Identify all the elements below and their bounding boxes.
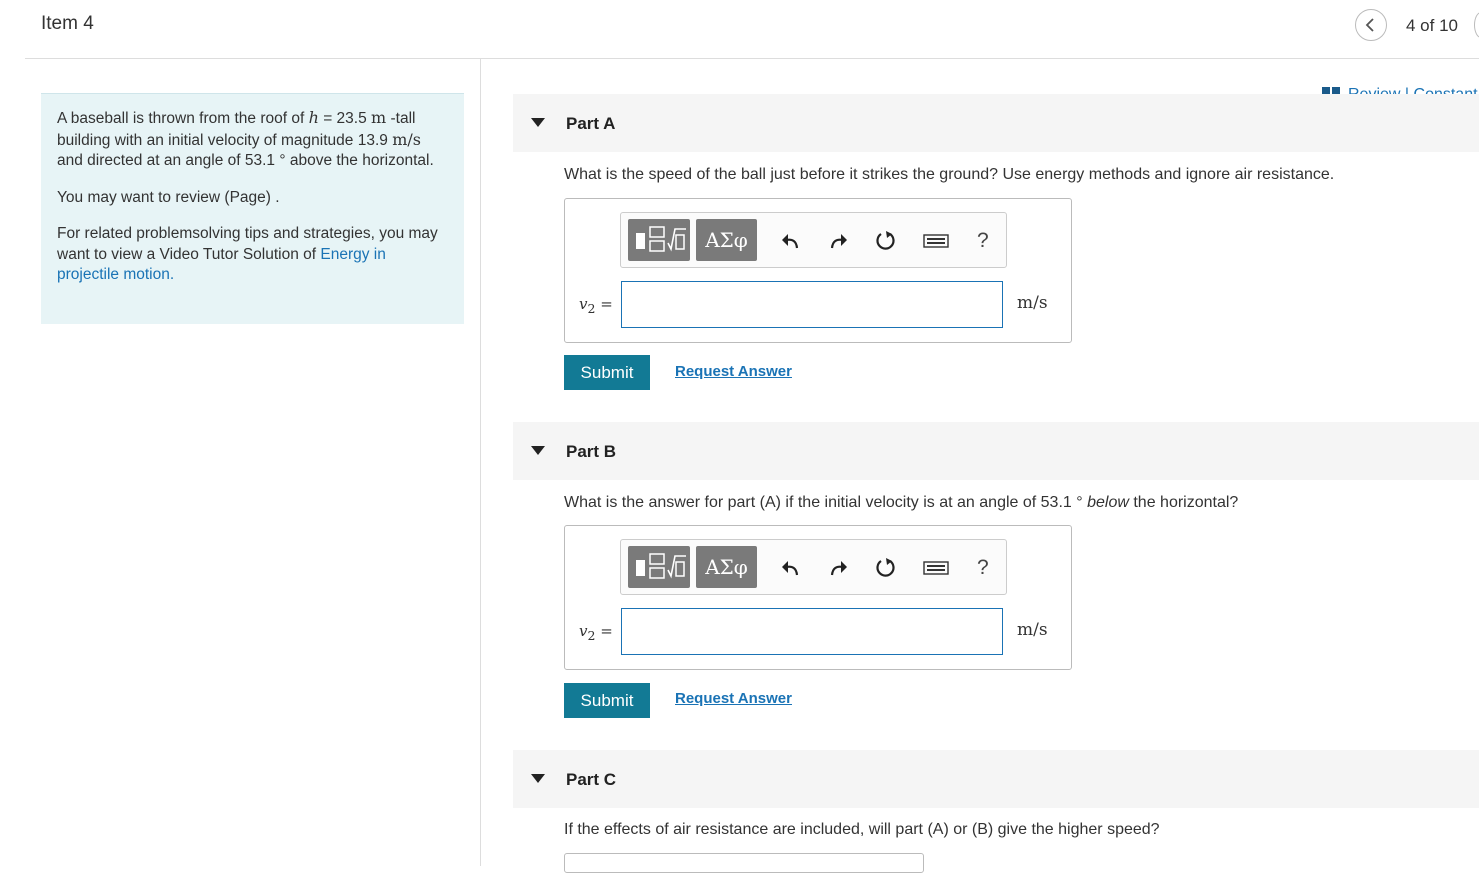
part-c-answer-box bbox=[564, 853, 924, 873]
math-toolbar: ΑΣφ ? bbox=[620, 539, 1007, 595]
reset-button[interactable] bbox=[874, 556, 898, 580]
item-position: 4 of 10 bbox=[1406, 16, 1458, 35]
part-b-answer-box: ΑΣφ ? v2 = m/s bbox=[564, 525, 1072, 670]
part-a-question: What is the speed of the ball just befor… bbox=[564, 166, 1335, 183]
part-a-request-answer-link[interactable]: Request Answer bbox=[675, 363, 792, 380]
part-c-header[interactable]: Part C bbox=[513, 750, 1479, 808]
problem-intro: A baseball is thrown from the roof of h … bbox=[41, 93, 464, 324]
unit-label: m/s bbox=[1017, 620, 1048, 640]
part-b-submit-button[interactable]: Submit bbox=[564, 683, 650, 718]
templates-button[interactable] bbox=[628, 219, 690, 261]
review-hint: You may want to review (Page) . bbox=[57, 188, 280, 206]
variable-label: v2 = bbox=[579, 622, 613, 643]
keyboard-icon bbox=[923, 561, 949, 575]
video-tutor-hint: For related problemsolving tips and stra… bbox=[57, 225, 438, 283]
part-b-label: Part B bbox=[566, 442, 617, 461]
undo-button[interactable] bbox=[778, 229, 802, 253]
redo-button[interactable] bbox=[827, 556, 851, 580]
part-c-question: If the effects of air resistance are inc… bbox=[564, 821, 1160, 838]
part-b-header[interactable]: Part B bbox=[513, 422, 1479, 480]
problem-statement: A baseball is thrown from the roof of h … bbox=[57, 108, 434, 169]
reset-icon bbox=[876, 558, 895, 577]
redo-button[interactable] bbox=[827, 229, 851, 253]
next-item-button[interactable] bbox=[1474, 12, 1479, 38]
answer-input[interactable] bbox=[621, 608, 1003, 655]
greek-symbols-button[interactable]: ΑΣφ bbox=[696, 546, 757, 588]
item-title: Item 4 bbox=[41, 13, 94, 34]
math-toolbar: ΑΣφ ? bbox=[620, 212, 1007, 268]
header-divider bbox=[25, 58, 1479, 59]
help-button[interactable]: ? bbox=[977, 229, 989, 253]
collapse-triangle-icon bbox=[531, 446, 545, 455]
undo-icon bbox=[782, 234, 799, 249]
column-divider bbox=[480, 59, 481, 866]
redo-icon bbox=[830, 234, 847, 249]
redo-icon bbox=[830, 561, 847, 576]
chevron-left-icon bbox=[1365, 18, 1374, 32]
reset-icon bbox=[876, 231, 895, 250]
variable-label: v2 = bbox=[579, 295, 613, 316]
part-a-label: Part A bbox=[566, 114, 616, 133]
templates-button[interactable] bbox=[628, 546, 690, 588]
part-b-question: What is the answer for part (A) if the i… bbox=[564, 494, 1239, 511]
part-a-answer-box: ΑΣφ ? v2 = m/s bbox=[564, 198, 1072, 343]
keyboard-icon bbox=[923, 234, 949, 248]
templates-icon bbox=[636, 553, 686, 579]
previous-item-button[interactable] bbox=[1355, 9, 1387, 41]
keyboard-button[interactable] bbox=[922, 229, 950, 253]
reset-button[interactable] bbox=[874, 229, 898, 253]
part-a-header[interactable]: Part A bbox=[513, 94, 1479, 152]
help-button[interactable]: ? bbox=[977, 556, 989, 580]
collapse-triangle-icon bbox=[531, 118, 545, 127]
collapse-triangle-icon bbox=[531, 774, 545, 783]
part-c-label: Part C bbox=[566, 770, 617, 789]
unit-label: m/s bbox=[1017, 293, 1048, 313]
answer-input[interactable] bbox=[621, 281, 1003, 328]
templates-icon bbox=[636, 226, 686, 252]
undo-button[interactable] bbox=[778, 556, 802, 580]
undo-icon bbox=[782, 561, 799, 576]
keyboard-button[interactable] bbox=[922, 556, 950, 580]
greek-symbols-button[interactable]: ΑΣφ bbox=[696, 219, 757, 261]
part-a-submit-button[interactable]: Submit bbox=[564, 355, 650, 390]
part-b-request-answer-link[interactable]: Request Answer bbox=[675, 690, 792, 707]
